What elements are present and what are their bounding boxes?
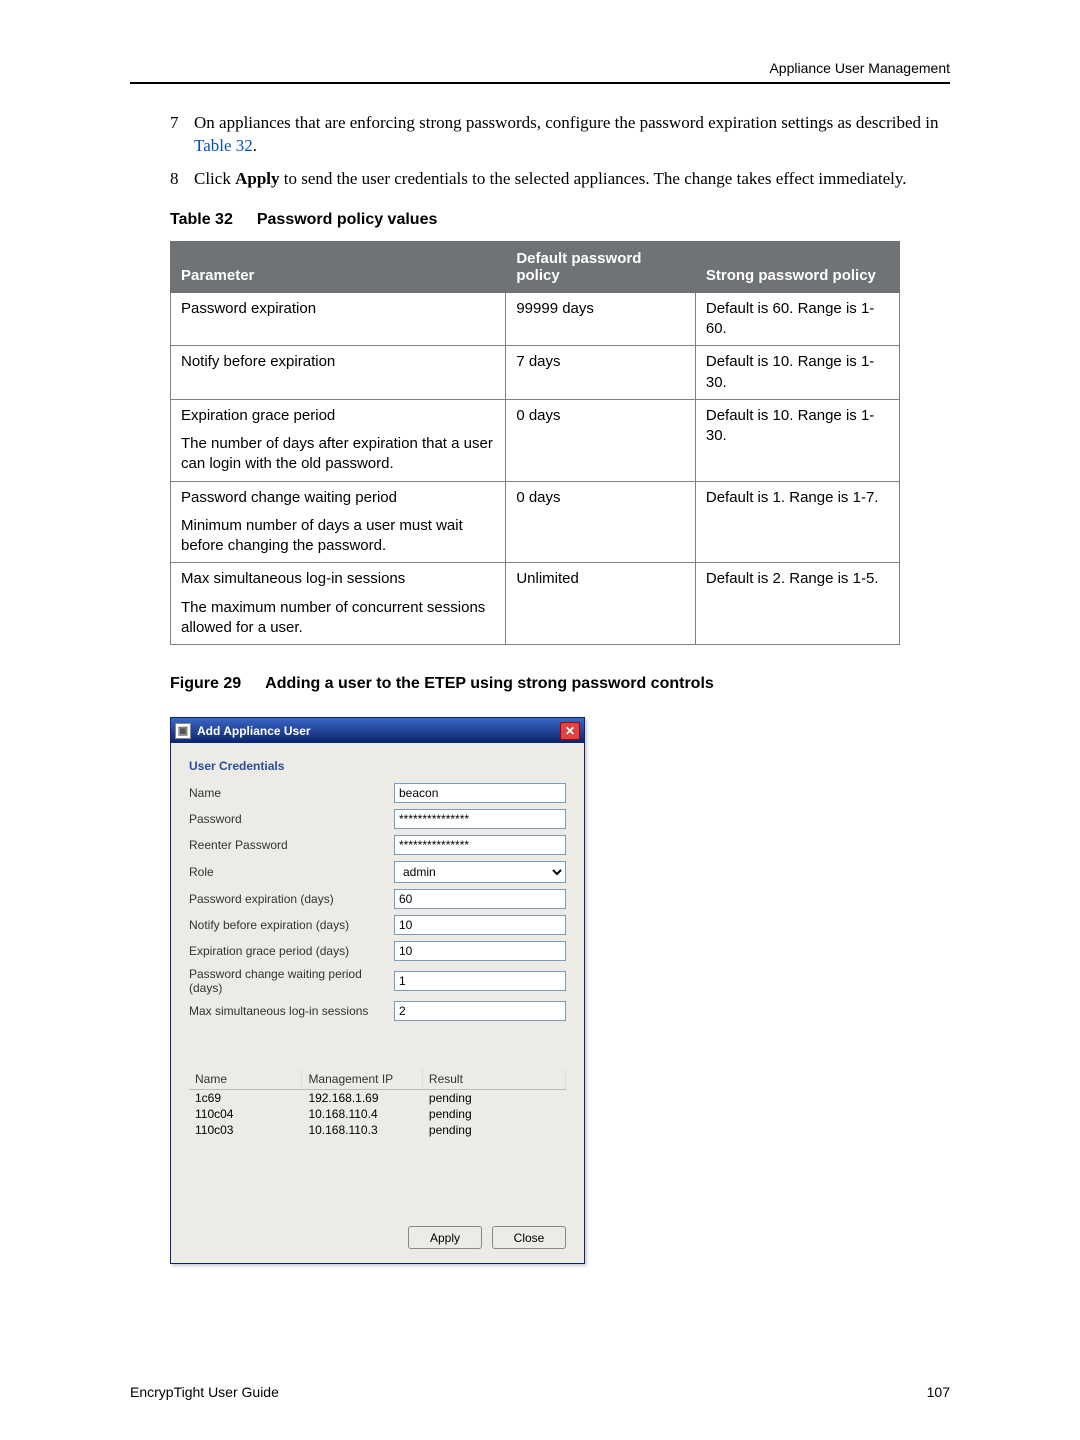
default-cell: 99999 days [506,292,696,346]
step-8-bold: Apply [235,169,279,188]
cell-result: pending [422,1090,565,1107]
col-management-ip[interactable]: Management IP [302,1069,422,1090]
param: Max simultaneous log-in sessions [181,570,405,587]
notify-field[interactable] [394,915,566,935]
cell-ip: 10.168.110.4 [302,1106,422,1122]
col-result[interactable]: Result [422,1069,565,1090]
grace-field[interactable] [394,941,566,961]
list-item[interactable] [189,1138,566,1154]
col-strong: Strong password policy [695,241,899,292]
label-name: Name [189,786,394,800]
step-8-text: Click Apply to send the user credentials… [194,168,950,191]
table-32-link[interactable]: Table 32 [194,136,253,155]
step-8-text-a: Click [194,169,235,188]
param-sub: The maximum number of concurrent session… [181,598,495,639]
table-32-number: Table 32 [170,211,233,229]
cell-ip: 192.168.1.69 [302,1090,422,1107]
dialog-titlebar[interactable]: ▣ Add Appliance User ✕ [171,718,584,743]
table-row: Expiration grace period The number of day… [171,399,900,481]
label-reenter: Reenter Password [189,838,394,852]
header-right: Appliance User Management [130,60,950,76]
figure-29-title: Adding a user to the ETEP using strong p… [265,675,714,692]
wait-field[interactable] [394,971,566,991]
table-row: Password expiration 99999 days Default i… [171,292,900,346]
figure-29-caption: Figure 29 Adding a user to the ETEP using… [170,675,950,693]
role-select[interactable]: admin [394,861,566,883]
list-item[interactable]: 110c0410.168.110.4pending [189,1106,566,1122]
strong-cell: Default is 2. Range is 1-5. [695,563,899,645]
strong-cell: Default is 1. Range is 1-7. [695,481,899,563]
close-button[interactable]: Close [492,1226,566,1249]
footer-page-number: 107 [927,1384,950,1400]
param: Password expiration [181,300,316,317]
table-32-caption: Table 32 Password policy values [170,211,950,229]
default-cell: 7 days [506,346,696,400]
col-default: Default password policy [506,241,696,292]
cell-result: pending [422,1122,565,1138]
param: Expiration grace period [181,407,335,424]
table-row: Max simultaneous log-in sessions The maxi… [171,563,900,645]
label-password: Password [189,812,394,826]
col-parameter: Parameter [171,241,506,292]
step-8: 8 Click Apply to send the user credentia… [170,168,950,191]
strong-cell: Default is 10. Range is 1-30. [695,399,899,481]
label-role: Role [189,865,394,879]
cell-ip: 10.168.110.3 [302,1122,422,1138]
default-cell: 0 days [506,481,696,563]
step-7-text: On appliances that are enforcing strong … [194,112,950,158]
password-policy-table: Parameter Default password policy Strong… [170,241,900,645]
max-sess-field[interactable] [394,1001,566,1021]
label-max-sess: Max simultaneous log-in sessions [189,1004,394,1018]
table-row: Notify before expiration 7 days Default … [171,346,900,400]
appliance-list-table: Name Management IP Result 1c69192.168.1.… [189,1069,566,1170]
param-sub: The number of days after expiration that… [181,434,495,475]
label-grace: Expiration grace period (days) [189,944,394,958]
param: Password change waiting period [181,489,397,506]
footer: EncrypTight User Guide 107 [130,1384,950,1400]
list-item[interactable] [189,1154,566,1170]
figure-29-number: Figure 29 [170,675,241,693]
param-sub: Minimum number of days a user must wait … [181,516,495,557]
cell-name: 1c69 [189,1090,302,1107]
reenter-password-field[interactable] [394,835,566,855]
dialog-icon: ▣ [175,723,191,739]
step-8-text-b: to send the user credentials to the sele… [280,169,907,188]
list-item[interactable]: 110c0310.168.110.3pending [189,1122,566,1138]
col-appliance-name[interactable]: Name [189,1069,302,1090]
password-field[interactable] [394,809,566,829]
label-notify: Notify before expiration (days) [189,918,394,932]
name-field[interactable] [394,783,566,803]
close-icon[interactable]: ✕ [560,722,580,740]
user-credentials-header: User Credentials [189,759,566,773]
default-cell: Unlimited [506,563,696,645]
table-32-title: Password policy values [257,211,438,228]
step-7-text-a: On appliances that are enforcing strong … [194,113,939,132]
default-cell: 0 days [506,399,696,481]
param: Notify before expiration [181,353,335,370]
step-7: 7 On appliances that are enforcing stron… [170,112,950,158]
strong-cell: Default is 60. Range is 1-60. [695,292,899,346]
table-row: Password change waiting period Minimum nu… [171,481,900,563]
cell-result: pending [422,1106,565,1122]
cell-name: 110c04 [189,1106,302,1122]
label-pwd-exp: Password expiration (days) [189,892,394,906]
step-7-number: 7 [170,112,194,158]
footer-left: EncrypTight User Guide [130,1384,279,1400]
list-item[interactable]: 1c69192.168.1.69pending [189,1090,566,1107]
apply-button[interactable]: Apply [408,1226,482,1249]
step-7-text-b: . [253,136,257,155]
add-appliance-user-dialog: ▣ Add Appliance User ✕ User Credentials … [170,717,585,1264]
rule-top [130,82,950,84]
cell-name: 110c03 [189,1122,302,1138]
pwd-exp-field[interactable] [394,889,566,909]
step-8-number: 8 [170,168,194,191]
label-wait: Password change waiting period (days) [189,967,394,995]
strong-cell: Default is 10. Range is 1-30. [695,346,899,400]
dialog-title-text: Add Appliance User [197,724,311,738]
